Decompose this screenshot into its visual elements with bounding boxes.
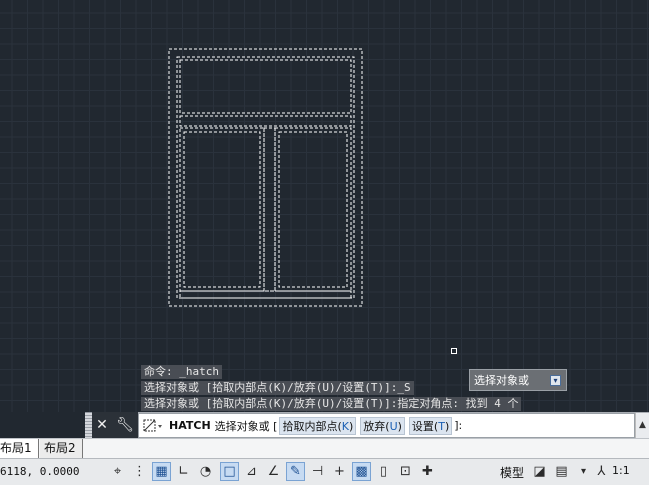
model-space-label[interactable]: 模型 <box>500 464 524 481</box>
option-key: K <box>341 419 349 433</box>
option-text: 拾取内部点( <box>282 419 342 433</box>
command-suffix: ]: <box>454 419 463 432</box>
history-line: 选择对象或 [拾取内部点(K)/放弃(U)/设置(T)]:指定对角点: 找到 4… <box>141 397 522 411</box>
mullion[interactable] <box>263 127 276 292</box>
dynamic-input-tooltip: 选择对象或 ▾ <box>469 369 567 391</box>
option-text: 放弃( <box>363 419 390 433</box>
option-settings[interactable]: 设置(T) <box>408 416 453 435</box>
tooltip-label: 选择对象或 <box>474 374 529 387</box>
snap-icon[interactable]: ⌖ <box>108 462 127 481</box>
selection-cycling-icon[interactable]: ▩ <box>352 462 371 481</box>
tab-layout1[interactable]: 布局1 <box>0 439 39 458</box>
dyn-icon[interactable]: ✎ <box>286 462 305 481</box>
close-icon[interactable]: ✕ <box>96 417 108 433</box>
outer-frame-outer[interactable] <box>168 48 363 307</box>
option-key: T <box>438 419 445 433</box>
top-pane[interactable] <box>179 59 352 114</box>
outer-frame-inner[interactable] <box>176 56 355 299</box>
polar-icon[interactable]: ◔ <box>196 462 215 481</box>
command-prompt: 选择对象或 [ <box>214 419 278 433</box>
transparency-icon[interactable]: + <box>330 462 349 481</box>
wrench-icon[interactable]: 🔧︎ <box>116 417 134 433</box>
option-close: ) <box>348 419 354 433</box>
status-bar: 6118, 0.0000 ⌖ ⋮ ▦ ∟ ◔ □ ⊿ ∠ ✎ ⊣ + ▩ ▯ ⊡… <box>0 458 649 485</box>
otrack-icon[interactable]: ⊿ <box>242 462 261 481</box>
grid-icon[interactable]: ▦ <box>152 462 171 481</box>
layout-tabs: 布局1 布局2 <box>0 438 649 458</box>
transom-bar[interactable] <box>179 115 352 127</box>
plus-icon[interactable]: ✚ <box>418 462 437 481</box>
right-sash-inner[interactable] <box>278 131 348 288</box>
option-text: 设置( <box>411 419 439 433</box>
left-sash-outer[interactable] <box>179 127 265 292</box>
command-input[interactable]: HATCH 选择对象或 [ 拾取内部点(K) 放弃(U) 设置(T) ]: <box>138 413 635 438</box>
option-pick-internal-point[interactable]: 拾取内部点(K) <box>279 416 357 435</box>
grid-display-icon[interactable]: ⋮ <box>130 462 149 481</box>
quick-view-icon[interactable]: ▤ <box>552 462 571 481</box>
option-close: ) <box>397 419 402 433</box>
separator-icon: ▾ <box>580 466 587 477</box>
bottom-sill[interactable] <box>179 290 352 299</box>
coordinate-readout: 6118, 0.0000 <box>0 465 80 478</box>
left-sash-inner[interactable] <box>183 131 261 288</box>
command-bar-grip[interactable] <box>85 412 92 438</box>
options-arrow-icon[interactable]: ▾ <box>550 375 561 386</box>
option-undo[interactable]: 放弃(U) <box>360 416 405 435</box>
tab-layout2[interactable]: 布局2 <box>40 439 83 458</box>
history-scroll-button[interactable]: ▲ <box>635 413 649 438</box>
osnap-icon[interactable]: □ <box>220 462 239 481</box>
hatch-command-icon[interactable] <box>143 419 163 433</box>
option-close: ) <box>444 419 450 433</box>
ortho-icon[interactable]: ∟ <box>174 462 193 481</box>
model-space-icon[interactable]: ◪ <box>530 462 549 481</box>
command-name: HATCH <box>169 419 211 432</box>
lineweight-icon[interactable]: ⊣ <box>308 462 327 481</box>
annotation-scale-value[interactable]: 1:1 <box>612 464 630 477</box>
right-sash-outer[interactable] <box>274 127 352 292</box>
option-key: U <box>389 419 398 433</box>
annotation-monitor-icon[interactable]: ▯ <box>374 462 393 481</box>
selected-drawing <box>168 48 363 307</box>
drawing-canvas[interactable] <box>0 0 649 412</box>
history-line: 命令: _hatch <box>141 365 222 379</box>
pickbox-cursor <box>451 348 457 354</box>
history-line: 选择对象或 [拾取内部点(K)/放弃(U)/设置(T)]:_S <box>141 381 414 395</box>
quick-properties-icon[interactable]: ⊡ <box>396 462 415 481</box>
annotation-scale-icon[interactable]: ⅄ <box>592 462 611 481</box>
ducs-icon[interactable]: ∠ <box>264 462 283 481</box>
command-bar-controls: ✕ 🔧︎ <box>92 412 138 438</box>
